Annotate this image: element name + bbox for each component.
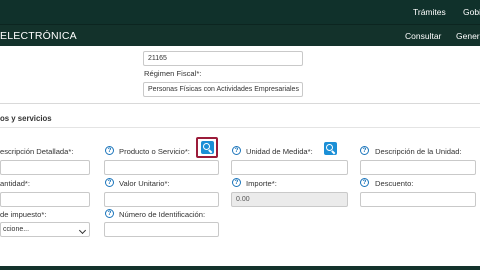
chevron-down-icon xyxy=(78,226,87,235)
section-title: os y servicios xyxy=(0,114,52,123)
objeto-impuesto-value: ccione... xyxy=(3,226,30,233)
producto-servicio-input[interactable] xyxy=(104,160,219,175)
nav-generar[interactable]: Generar xyxy=(456,31,480,41)
question-circle-icon[interactable]: ? xyxy=(105,209,114,218)
unidad-medida-label: Unidad de Medida*: xyxy=(246,147,313,156)
descripcion-detallada-label: escripción Detallada*: xyxy=(0,147,74,156)
main-nav: ELECTRÓNICA Consultar Generar xyxy=(0,24,480,46)
top-bar: Trámites Gobierno xyxy=(0,0,480,24)
nav-consultar[interactable]: Consultar xyxy=(405,31,441,41)
question-circle-icon[interactable]: ? xyxy=(360,178,369,187)
cantidad-input[interactable] xyxy=(0,192,90,207)
objeto-impuesto-select[interactable]: ccione... xyxy=(0,222,90,237)
regimen-fiscal-label: Régimen Fiscal*: xyxy=(144,69,202,78)
regimen-fiscal-field[interactable]: Personas Físicas con Actividades Empresa… xyxy=(143,82,303,97)
question-circle-icon[interactable]: ? xyxy=(232,146,241,155)
unidad-search-button[interactable] xyxy=(324,142,337,155)
question-circle-icon[interactable]: ? xyxy=(232,178,241,187)
question-circle-icon[interactable]: ? xyxy=(105,146,114,155)
emisor-code-field[interactable]: 21165 xyxy=(143,51,303,66)
descuento-input[interactable] xyxy=(360,192,476,207)
app-title: ELECTRÓNICA xyxy=(0,30,77,42)
highlight-box xyxy=(196,137,218,158)
numero-identificacion-input[interactable] xyxy=(104,222,219,237)
importe-label: Importe*: xyxy=(246,179,277,188)
descripcion-unidad-label: Descripción de la Unidad: xyxy=(375,147,462,156)
unidad-medida-input[interactable] xyxy=(231,160,348,175)
divider xyxy=(0,127,480,128)
descripcion-unidad-input[interactable] xyxy=(360,160,476,175)
cantidad-label: antidad*: xyxy=(0,179,30,188)
valor-unitario-input[interactable] xyxy=(104,192,219,207)
question-circle-icon[interactable]: ? xyxy=(105,178,114,187)
numero-identificacion-label: Número de Identificación: xyxy=(119,210,206,219)
importe-input: 0.00 xyxy=(231,192,348,207)
descripcion-detallada-input[interactable] xyxy=(0,160,90,175)
nav-link-tramites[interactable]: Trámites xyxy=(413,7,446,17)
objeto-impuesto-label: de impuesto*: xyxy=(0,210,47,219)
valor-unitario-label: Valor Unitario*: xyxy=(119,179,170,188)
question-circle-icon[interactable]: ? xyxy=(360,146,369,155)
descuento-label: Descuento: xyxy=(375,179,414,188)
footer-bar xyxy=(0,266,480,270)
producto-servicio-label: Producto o Servicio*: xyxy=(119,147,190,156)
divider xyxy=(0,103,480,104)
nav-link-gobierno[interactable]: Gobierno xyxy=(463,7,480,17)
